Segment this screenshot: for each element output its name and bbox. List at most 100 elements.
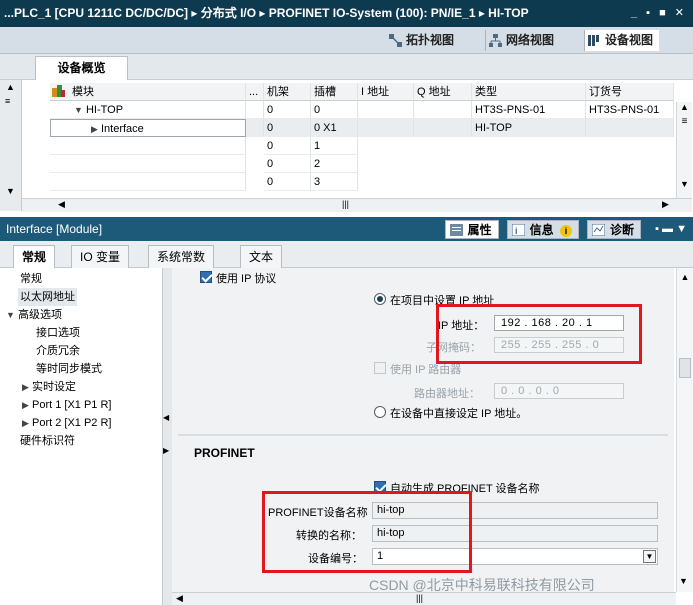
scroll-grip-icon[interactable]: ||| xyxy=(342,199,349,209)
table-row-module[interactable]: ▼ HI-TOP xyxy=(50,101,246,119)
col-more[interactable]: ... xyxy=(246,83,264,101)
col-rack[interactable]: 机架 xyxy=(264,83,311,101)
tree-item-realtime-settings[interactable]: ▶ 实时设定 xyxy=(22,378,76,396)
horizontal-scrollbar[interactable]: ◀ ||| ▶ xyxy=(22,198,692,212)
tree-item-interface-options[interactable]: 接口选项 xyxy=(36,324,80,342)
table-row-slot[interactable] xyxy=(50,155,246,173)
col-order-number[interactable]: 订货号 xyxy=(586,83,674,101)
col-q-address[interactable]: Q 地址 xyxy=(414,83,472,101)
scroll-down-icon[interactable]: ▼ xyxy=(679,576,688,586)
device-overview-grid: ▲ ≡ ▼ 模块 ... 机架 插槽 I 地址 Q 地址 类型 订货号 ▼ HI… xyxy=(0,80,693,211)
properties-icon xyxy=(449,224,463,236)
table-row-slot[interactable] xyxy=(50,137,246,155)
tab-network-view[interactable]: 网络视图 xyxy=(485,30,554,51)
tree-item-port-1[interactable]: ▶ Port 1 [X1 P1 R] xyxy=(22,396,111,414)
table-row-slot[interactable] xyxy=(50,173,246,191)
tree-item-advanced-options[interactable]: ▼ 高级选项 xyxy=(6,306,62,324)
use-router-checkbox[interactable] xyxy=(374,362,386,374)
table-cell xyxy=(246,119,264,137)
scroll-thumb[interactable] xyxy=(679,358,691,378)
set-ip-in-project-radio[interactable] xyxy=(374,293,386,305)
panel-title: Interface [Module] xyxy=(6,222,103,236)
scroll-left-icon[interactable]: ◀ xyxy=(176,593,183,604)
tab-info[interactable]: i 信息 i xyxy=(506,220,579,239)
col-module[interactable]: 模块 xyxy=(50,83,246,101)
table-cell-order xyxy=(586,119,674,137)
collapse-left-icon[interactable]: ◀ xyxy=(163,413,169,422)
topology-icon xyxy=(389,34,402,47)
tree-item-media-redundancy[interactable]: 介质冗余 xyxy=(36,342,80,360)
scroll-up-icon[interactable]: ▲ xyxy=(677,102,692,112)
router-address-input[interactable]: 0 . 0 . 0 . 0 xyxy=(494,383,624,399)
panel-controls-icon[interactable]: ▪ ▬ ▼ xyxy=(655,217,687,241)
tree-item-general[interactable]: 常规 xyxy=(20,270,42,288)
table-cell xyxy=(246,101,264,119)
info-badge-icon: i xyxy=(559,225,572,237)
property-tree: 常规 以太网地址 ▼ 高级选项 接口选项 介质冗余 等时同步模式 ▶ 实时设定 … xyxy=(0,268,163,605)
scroll-up-icon[interactable]: ▲ xyxy=(677,272,693,282)
tab-io-tags[interactable]: IO 变量 xyxy=(71,245,130,268)
scroll-up-icon[interactable]: ▲ xyxy=(6,82,15,92)
scroll-down-icon[interactable]: ▼ xyxy=(677,179,692,189)
expand-down-icon[interactable]: ▼ xyxy=(6,310,15,320)
set-ip-directly-label: 在设备中直接设定 IP 地址。 xyxy=(390,408,528,420)
table-cell-rack: 0 xyxy=(264,173,311,191)
expand-right-icon[interactable]: ▶ xyxy=(22,418,29,428)
vertical-scrollbar[interactable]: ▲ ▼ xyxy=(676,268,693,592)
tab-properties[interactable]: 属性 xyxy=(444,220,499,239)
col-slot[interactable]: 插槽 xyxy=(311,83,358,101)
info-icon: i xyxy=(511,224,525,236)
col-type[interactable]: 类型 xyxy=(472,83,586,101)
tab-device-overview[interactable]: 设备概览 xyxy=(35,56,128,81)
tree-item-ethernet-address[interactable]: 以太网地址 xyxy=(18,288,77,306)
table-cell-rack: 0 xyxy=(264,119,311,137)
table-row-interface[interactable]: ▶ Interface xyxy=(50,119,246,137)
table-cell-slot: 0 xyxy=(311,101,358,119)
scroll-grip-icon[interactable]: ≡ xyxy=(677,116,692,127)
collapse-icon[interactable]: ≡ xyxy=(5,96,10,106)
ethernet-properties-content: 使用 IP 协议 在项目中设置 IP 地址 IP 地址： 192 . 168 .… xyxy=(172,268,674,592)
expand-down-icon[interactable]: ▼ xyxy=(74,105,83,115)
use-ip-protocol-checkbox[interactable] xyxy=(200,271,212,283)
table-cell xyxy=(414,119,472,137)
tab-diagnostics[interactable]: 诊断 xyxy=(586,220,641,239)
tree-item-hardware-identifier[interactable]: 硬件标识符 xyxy=(20,432,75,450)
table-cell-rack: 0 xyxy=(264,137,311,155)
module-tree-icon xyxy=(52,85,66,100)
table-cell-slot: 0 X1 xyxy=(311,119,358,137)
device-overview-header: 设备概览 xyxy=(0,54,693,81)
chevron-down-icon[interactable]: ▼ xyxy=(643,550,656,563)
router-address-label: 路由器地址： xyxy=(414,388,480,400)
view-tabs: 拓扑视图 网络视图 设备视图 xyxy=(0,27,693,54)
tab-system-constants[interactable]: 系统常数 xyxy=(148,245,215,268)
table-cell xyxy=(358,101,414,119)
table-cell xyxy=(358,119,414,137)
set-ip-directly-radio[interactable] xyxy=(374,406,386,418)
table-cell xyxy=(414,101,472,119)
window-controls[interactable]: _ ▪ ■ ✕ xyxy=(631,0,687,27)
expand-right-icon[interactable]: ▶ xyxy=(22,382,29,392)
expand-right-icon[interactable]: ▶ xyxy=(163,446,169,455)
col-i-address[interactable]: I 地址 xyxy=(358,83,414,101)
tab-texts[interactable]: 文本 xyxy=(240,245,283,268)
table-cell-type: HT3S-PNS-01 xyxy=(472,101,586,119)
expand-right-icon[interactable]: ▶ xyxy=(22,400,29,410)
scroll-left-icon[interactable]: ◀ xyxy=(58,199,65,210)
highlight-box-profinet xyxy=(262,491,472,573)
table-cell-type: HI-TOP xyxy=(472,119,586,137)
tree-item-isochronous-mode[interactable]: 等时同步模式 xyxy=(36,360,102,378)
tab-general[interactable]: 常规 xyxy=(13,245,56,269)
property-subtabs: 常规 IO 变量 系统常数 文本 xyxy=(0,241,693,269)
use-ip-protocol-label: 使用 IP 协议 xyxy=(216,273,277,285)
scroll-down-icon[interactable]: ▼ xyxy=(6,186,15,196)
highlight-box-ip xyxy=(436,304,642,364)
splitter[interactable]: ◀ ▶ xyxy=(163,268,172,605)
table-cell-rack: 0 xyxy=(264,101,311,119)
tab-topology-view[interactable]: 拓扑视图 xyxy=(386,30,454,51)
tree-item-port-2[interactable]: ▶ Port 2 [X1 P2 R] xyxy=(22,414,111,432)
vertical-scrollbar[interactable]: ▲ ≡ ▼ xyxy=(676,102,692,202)
watermark: CSDN @北京中科易联科技有限公司 xyxy=(369,577,595,593)
tab-device-view[interactable]: 设备视图 xyxy=(584,30,660,51)
scroll-right-icon[interactable]: ▶ xyxy=(662,199,669,210)
expand-right-icon[interactable]: ▶ xyxy=(91,124,98,134)
